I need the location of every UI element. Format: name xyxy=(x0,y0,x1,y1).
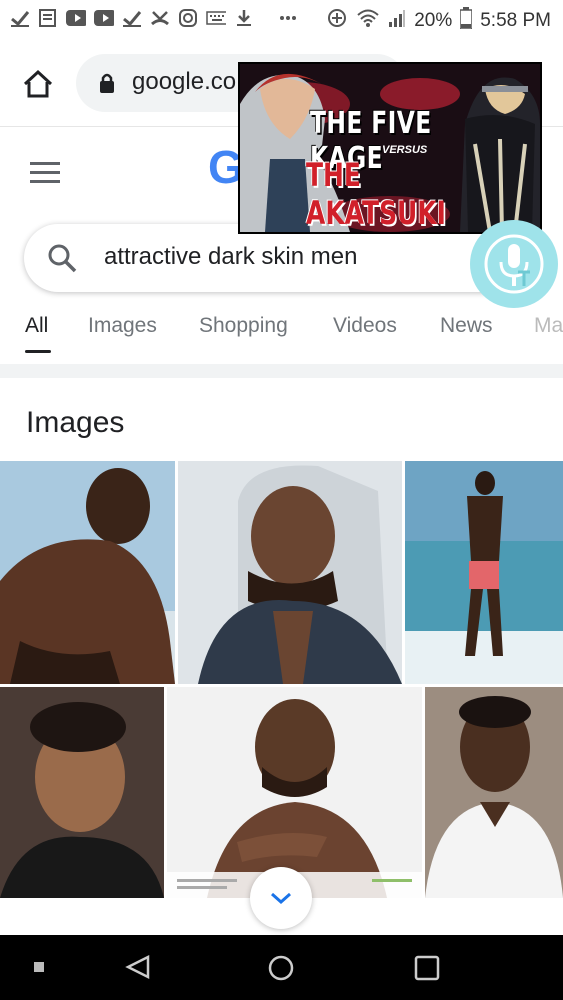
tab-shopping[interactable]: Shopping xyxy=(199,314,288,338)
system-navigation-bar xyxy=(0,935,563,1000)
search-icon[interactable] xyxy=(46,242,78,279)
battery-icon xyxy=(459,7,473,34)
menu-button[interactable] xyxy=(30,160,62,186)
download-icon xyxy=(234,8,254,28)
search-input[interactable]: attractive dark skin men xyxy=(104,243,357,271)
overlay-title-line3: THE AKATSUKI xyxy=(306,156,446,232)
overlay-title-line2: VERSUS xyxy=(382,144,428,156)
tab-more[interactable]: Ma xyxy=(534,314,563,338)
clock: 5:58 PM xyxy=(480,9,551,31)
keyboard-icon xyxy=(206,8,226,28)
show-more-images-button[interactable] xyxy=(250,867,312,929)
tab-videos[interactable]: Videos xyxy=(333,314,397,338)
floating-video-window[interactable]: THE FIVE KAGE VERSUS THE AKATSUKI xyxy=(238,62,542,234)
section-divider xyxy=(0,364,563,378)
instagram-icon xyxy=(178,8,198,28)
tab-all[interactable]: All xyxy=(25,314,48,338)
back-icon[interactable] xyxy=(124,953,152,981)
status-bar: 20% 5:58 PM xyxy=(0,0,563,40)
signal-icon xyxy=(388,8,406,33)
overview-icon[interactable] xyxy=(413,954,441,982)
missed-call-icon xyxy=(150,8,170,28)
voice-assistant-bubble[interactable] xyxy=(470,220,558,308)
search-box[interactable]: attractive dark skin men xyxy=(24,224,544,292)
home-icon xyxy=(23,69,53,98)
image-result-6[interactable] xyxy=(425,687,563,898)
more-dots-icon xyxy=(278,8,298,28)
check-icon xyxy=(10,8,30,28)
wifi-icon xyxy=(356,8,380,33)
image-result-1[interactable] xyxy=(0,461,175,684)
image-result-5[interactable] xyxy=(167,687,422,898)
system-status: 20% 5:58 PM xyxy=(326,7,551,34)
youtube-icon xyxy=(94,8,114,28)
image-result-3[interactable] xyxy=(405,461,563,684)
image-result-2[interactable] xyxy=(178,461,402,684)
hamburger-icon xyxy=(30,162,60,183)
tab-images[interactable]: Images xyxy=(88,314,157,338)
lock-icon xyxy=(98,72,116,99)
active-tab-indicator xyxy=(25,350,51,353)
images-section-title: Images xyxy=(26,406,125,439)
recent-apps-dot-icon[interactable] xyxy=(33,961,45,973)
home-nav-icon[interactable] xyxy=(266,953,296,983)
youtube-icon xyxy=(66,8,86,28)
notification-icons xyxy=(10,8,298,28)
check-icon xyxy=(122,8,142,28)
news-icon xyxy=(38,8,58,28)
tab-news[interactable]: News xyxy=(440,314,493,338)
url-text: google.co xyxy=(132,68,237,95)
home-button[interactable] xyxy=(18,64,58,104)
data-saver-icon xyxy=(326,7,348,34)
battery-percent: 20% xyxy=(414,9,453,31)
chevron-down-icon xyxy=(271,892,291,905)
search-tabs: All Images Shopping Videos News Ma xyxy=(0,314,563,362)
microphone-icon xyxy=(484,234,544,294)
image-result-4[interactable] xyxy=(0,687,164,898)
